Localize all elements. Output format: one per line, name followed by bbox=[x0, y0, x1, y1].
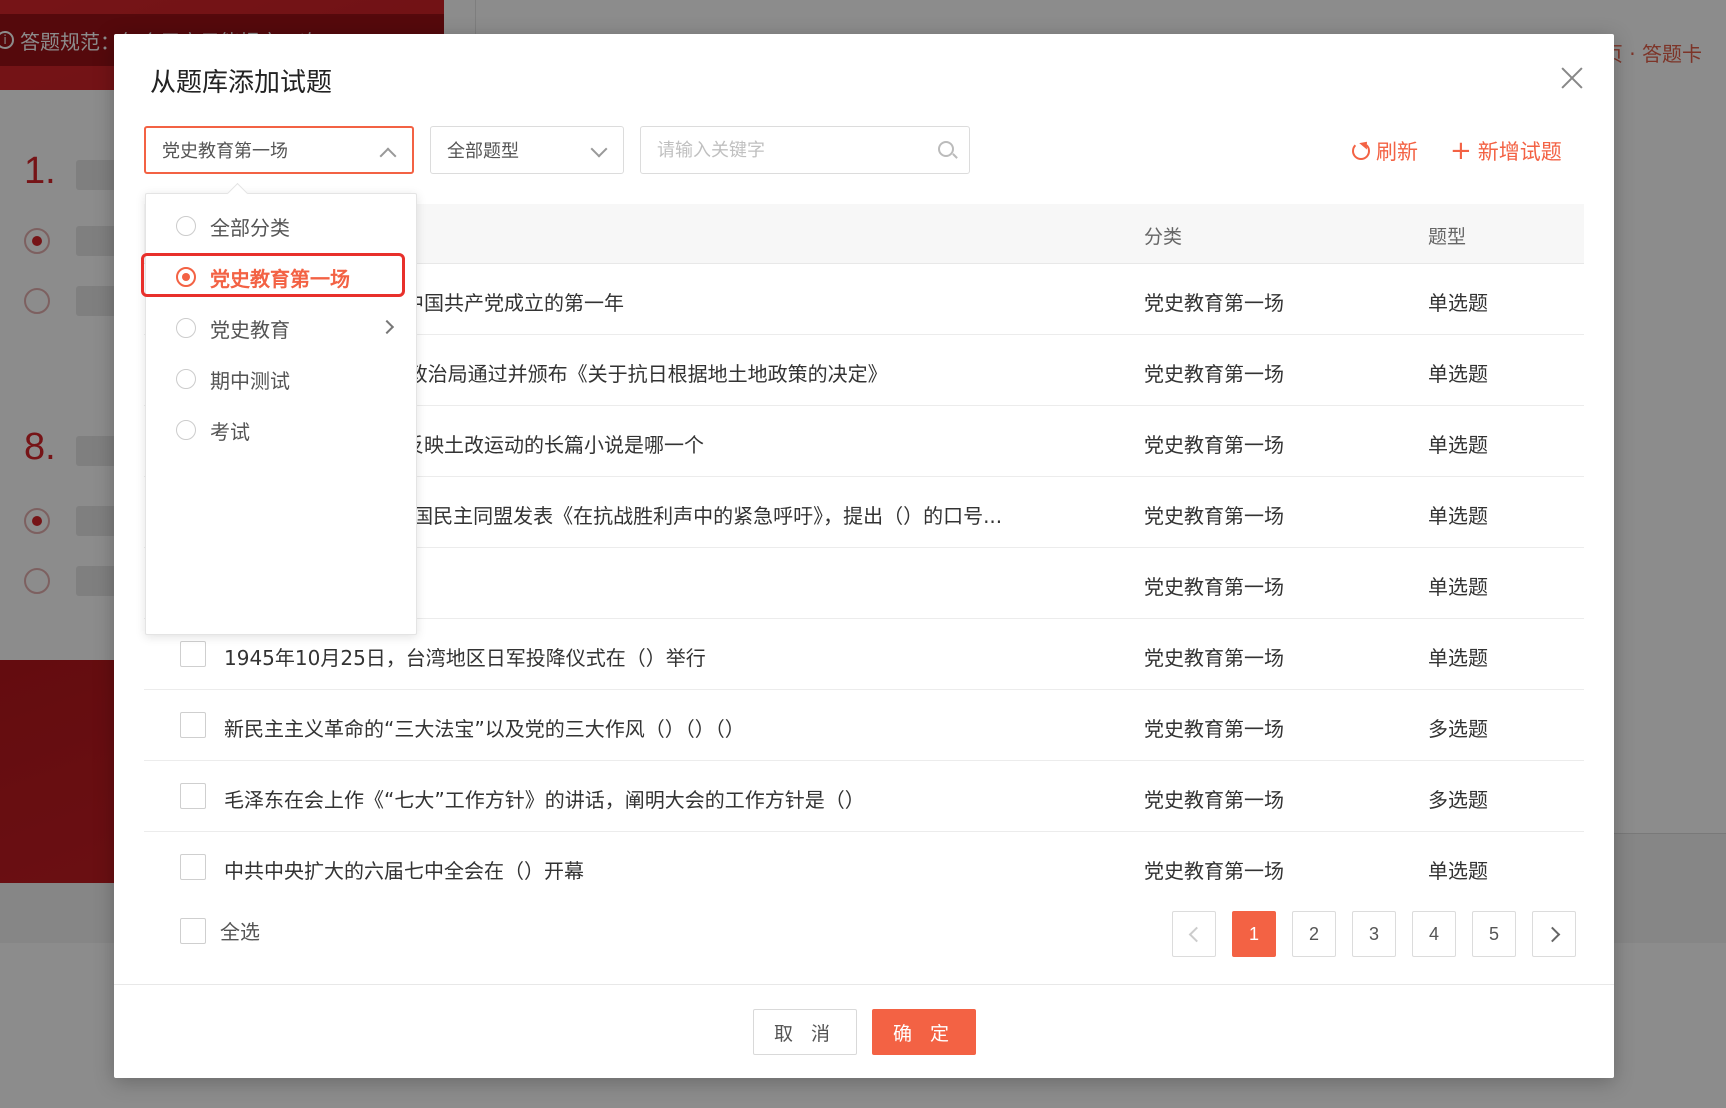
chevron-left-icon bbox=[1188, 926, 1204, 942]
question-type: 单选题 bbox=[1428, 504, 1488, 528]
category-dropdown: 全部分类党史教育第一场 党史教育期中测试考试 bbox=[145, 193, 417, 635]
category-option-label: 党史教育第一场 bbox=[210, 266, 350, 291]
question-title: 1945年10月25日，台湾地区日军投降仪式在（）举行 bbox=[224, 646, 706, 670]
question-title: 中共中央扩大的六届七中全会在（）开幕 bbox=[224, 859, 584, 882]
search-icon[interactable] bbox=[938, 141, 954, 157]
question-type-select-value: 全部题型 bbox=[447, 141, 519, 162]
category-select-value: 党史教育第一场 bbox=[162, 141, 288, 162]
question-type: 多选题 bbox=[1428, 717, 1488, 741]
question-type: 单选题 bbox=[1428, 362, 1488, 386]
question-type-select[interactable]: 全部题型 bbox=[430, 126, 624, 174]
question-category: 党史教育第一场 bbox=[1144, 433, 1284, 457]
question-title: 新民主主义革命的“三大法宝”以及党的三大作风（）（）（） bbox=[224, 717, 745, 741]
page-button[interactable]: 1 bbox=[1232, 911, 1276, 957]
question-type: 单选题 bbox=[1428, 859, 1488, 882]
prev-page-button[interactable] bbox=[1172, 911, 1216, 957]
category-option-label: 全部分类 bbox=[210, 215, 290, 240]
category-option[interactable]: 考试 bbox=[146, 410, 418, 450]
question-category: 党史教育第一场 bbox=[1144, 291, 1284, 315]
question-type: 单选题 bbox=[1428, 646, 1488, 670]
add-question-button[interactable]: + 新增试题 bbox=[1450, 136, 1562, 166]
page-button[interactable]: 3 bbox=[1352, 911, 1396, 957]
radio-icon[interactable] bbox=[176, 420, 196, 440]
question-type: 单选题 bbox=[1428, 575, 1488, 599]
chevron-right-icon bbox=[1544, 926, 1560, 942]
pagination: 1 2 3 4 5 bbox=[1172, 911, 1576, 957]
question-type: 多选题 bbox=[1428, 788, 1488, 812]
table-row[interactable]: 毛泽东在会上作《“七大”工作方针》的讲话，阐明大会的工作方针是（） 党史教育第一场… bbox=[144, 761, 1584, 832]
select-all-label: 全选 bbox=[220, 920, 260, 944]
row-checkbox[interactable] bbox=[180, 712, 206, 738]
page-button[interactable]: 2 bbox=[1292, 911, 1336, 957]
question-category: 党史教育第一场 bbox=[1144, 859, 1284, 882]
cancel-button[interactable]: 取 消 bbox=[753, 1009, 857, 1055]
row-checkbox[interactable] bbox=[180, 783, 206, 809]
plus-icon: + bbox=[1450, 136, 1472, 166]
page-button[interactable]: 5 bbox=[1472, 911, 1516, 957]
question-category: 党史教育第一场 bbox=[1144, 646, 1284, 670]
radio-icon[interactable] bbox=[176, 369, 196, 389]
category-option-label: 考试 bbox=[210, 419, 250, 444]
category-option[interactable]: 期中测试 bbox=[146, 359, 418, 399]
table-row[interactable]: 中共中央扩大的六届七中全会在（）开幕 党史教育第一场 单选题 bbox=[144, 832, 1584, 882]
add-question-label: 新增试题 bbox=[1477, 140, 1562, 164]
question-category: 党史教育第一场 bbox=[1144, 575, 1284, 599]
refresh-icon bbox=[1352, 142, 1370, 160]
page-button[interactable]: 4 bbox=[1412, 911, 1456, 957]
next-page-button[interactable] bbox=[1532, 911, 1576, 957]
refresh-button[interactable]: 刷新 bbox=[1352, 136, 1418, 166]
category-option-label: 期中测试 bbox=[210, 368, 290, 393]
question-type: 单选题 bbox=[1428, 291, 1488, 315]
row-checkbox[interactable] bbox=[180, 641, 206, 667]
chevron-down-icon bbox=[590, 140, 608, 158]
footer-divider bbox=[114, 984, 1614, 985]
column-header-category: 分类 bbox=[1144, 226, 1183, 248]
question-category: 党史教育第一场 bbox=[1144, 504, 1284, 528]
question-category: 党史教育第一场 bbox=[1144, 788, 1284, 812]
chevron-right-icon bbox=[379, 319, 395, 335]
category-option[interactable]: 党史教育 bbox=[146, 308, 418, 348]
category-option[interactable]: 全部分类 bbox=[146, 206, 418, 246]
modal-title: 从题库添加试题 bbox=[150, 68, 333, 98]
category-option-label: 党史教育 bbox=[210, 317, 290, 342]
select-all[interactable]: 全选 bbox=[180, 916, 260, 945]
question-category: 党史教育第一场 bbox=[1144, 362, 1284, 386]
select-all-checkbox[interactable] bbox=[180, 917, 206, 944]
question-category: 党史教育第一场 bbox=[1144, 717, 1284, 741]
keyword-search-input[interactable] bbox=[640, 126, 970, 174]
category-select[interactable]: 党史教育第一场 bbox=[144, 126, 414, 174]
column-header-type: 题型 bbox=[1428, 226, 1467, 248]
radio-icon[interactable] bbox=[176, 216, 196, 236]
table-row[interactable]: 新民主主义革命的“三大法宝”以及党的三大作风（）（）（） 党史教育第一场 多选题 bbox=[144, 690, 1584, 761]
row-checkbox[interactable] bbox=[180, 854, 206, 880]
close-icon[interactable] bbox=[1560, 66, 1584, 90]
radio-icon[interactable] bbox=[176, 318, 196, 338]
chevron-up-icon bbox=[379, 147, 397, 165]
refresh-label: 刷新 bbox=[1376, 140, 1418, 164]
question-type: 单选题 bbox=[1428, 433, 1488, 457]
question-title: 毛泽东在会上作《“七大”工作方针》的讲话，阐明大会的工作方针是（） bbox=[224, 788, 865, 812]
confirm-button[interactable]: 确 定 bbox=[872, 1009, 976, 1055]
filter-row: 党史教育第一场 全部题型 刷新 + 新增试题 bbox=[144, 126, 1584, 174]
radio-icon[interactable] bbox=[176, 267, 196, 287]
category-option[interactable]: 党史教育第一场 bbox=[146, 257, 418, 297]
